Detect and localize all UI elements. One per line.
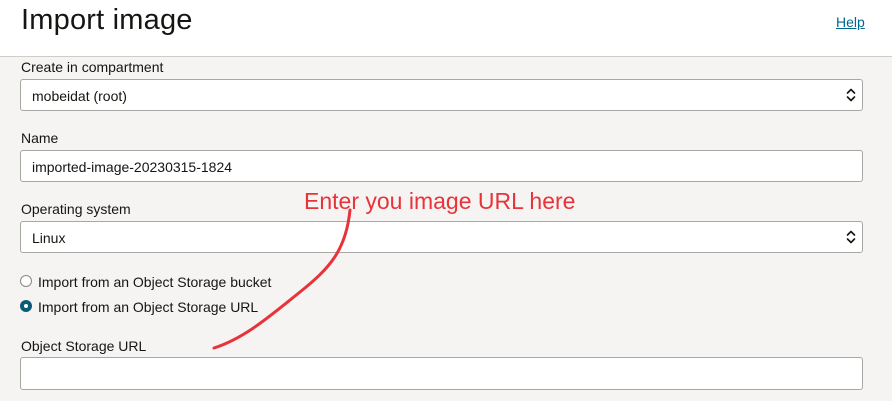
- compartment-select[interactable]: mobeidat (root): [20, 79, 863, 111]
- radio-import-url-label: Import from an Object Storage URL: [38, 299, 259, 315]
- name-value: imported-image-20230315-1824: [32, 159, 233, 175]
- select-caret-icon: [846, 88, 856, 102]
- operating-system-label: Operating system: [21, 201, 131, 217]
- annotation-text: Enter you image URL here: [304, 188, 576, 214]
- page-header: Import image Help: [0, 0, 892, 57]
- help-link[interactable]: Help: [836, 14, 865, 30]
- operating-system-select[interactable]: Linux: [20, 221, 863, 253]
- name-input[interactable]: imported-image-20230315-1824: [20, 150, 863, 182]
- page-title: Import image: [21, 4, 193, 36]
- radio-unchecked-icon[interactable]: [20, 275, 32, 287]
- operating-system-value: Linux: [32, 230, 66, 246]
- select-caret-icon: [846, 230, 856, 244]
- compartment-value: mobeidat (root): [32, 88, 127, 104]
- radio-checked-icon[interactable]: [20, 300, 32, 312]
- object-storage-url-input[interactable]: [20, 357, 863, 390]
- object-storage-url-label: Object Storage URL: [21, 338, 147, 354]
- compartment-label: Create in compartment: [21, 59, 164, 75]
- radio-import-bucket-label: Import from an Object Storage bucket: [38, 274, 272, 290]
- name-label: Name: [21, 130, 59, 146]
